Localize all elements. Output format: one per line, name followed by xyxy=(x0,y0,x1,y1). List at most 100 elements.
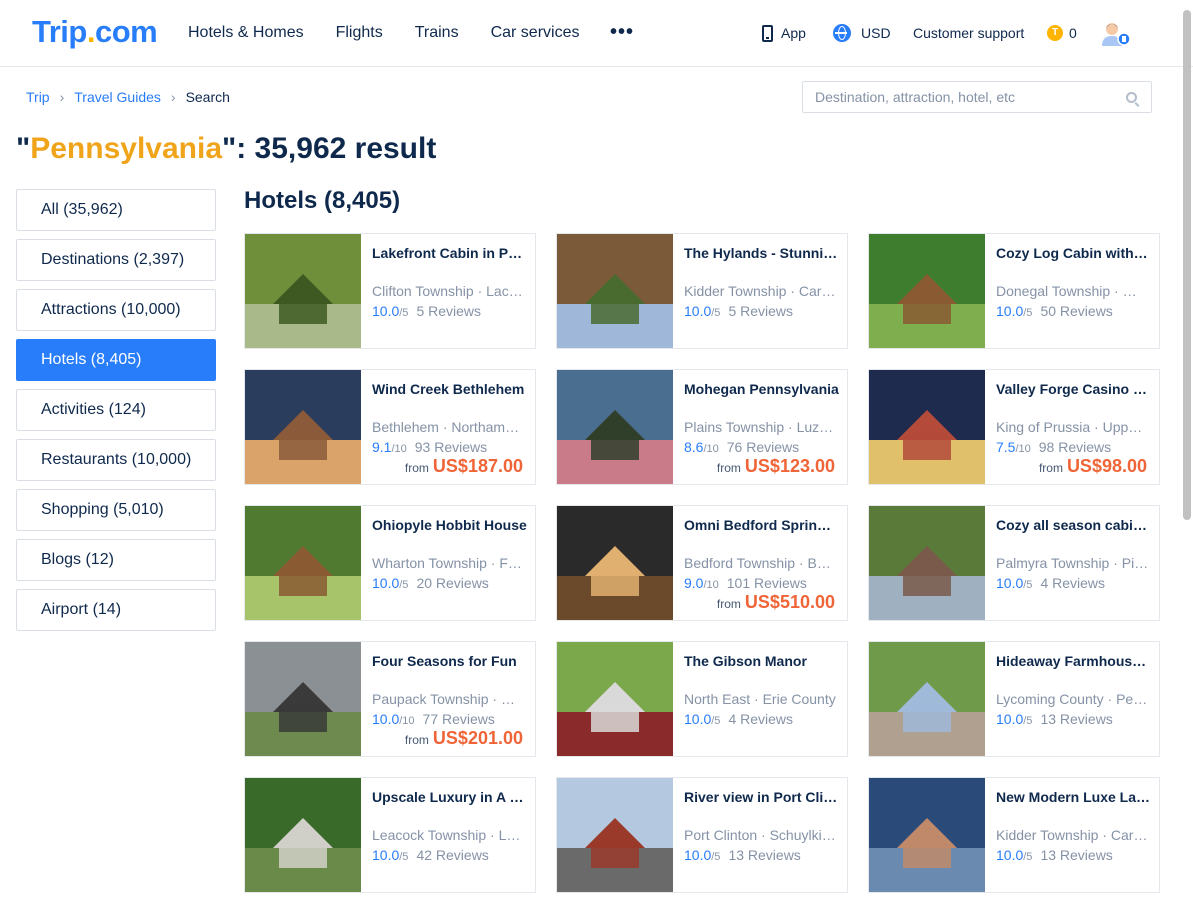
globe-icon xyxy=(833,24,851,42)
hotel-name[interactable]: Upscale Luxury in A Quiet Area xyxy=(372,788,527,806)
hotel-photo[interactable] xyxy=(869,642,985,756)
app-link[interactable]: App xyxy=(762,22,806,44)
hotel-name[interactable]: Four Seasons for Fun xyxy=(372,652,527,670)
hotel-score: 8.6 xyxy=(684,439,704,455)
hotel-card[interactable]: Omni Bedford Springs Resort Bedford Towns… xyxy=(556,505,848,621)
hotel-photo[interactable] xyxy=(869,778,985,892)
top-header: Trip.com Hotels & Homes Flights Trains C… xyxy=(0,0,1193,67)
hotel-card[interactable]: Cozy all season cabin retreat Palmyra Tow… xyxy=(868,505,1160,621)
hotel-rating: 10.0/5 13 Reviews xyxy=(996,846,1113,866)
customer-support-link[interactable]: Customer support xyxy=(913,22,1024,44)
category-restaurants[interactable]: Restaurants (10,000) xyxy=(16,439,216,481)
trip-coins[interactable]: T 0 xyxy=(1047,22,1077,44)
hotel-score: 10.0 xyxy=(684,711,712,727)
hotel-photo[interactable] xyxy=(869,234,985,348)
hotel-card[interactable]: Wind Creek Bethlehem Bethlehem · Northamp… xyxy=(244,369,536,485)
category-hotels[interactable]: Hotels (8,405) xyxy=(16,339,216,381)
hotel-name[interactable]: Cozy Log Cabin with Fire Pit xyxy=(996,244,1151,262)
breadcrumb-current: Search xyxy=(185,89,230,105)
hotel-location: Paupack Township · Wayne County xyxy=(372,691,525,707)
hotel-score-scale: /5 xyxy=(399,579,409,591)
hotel-location: Lycoming County · Pennsylvania xyxy=(996,691,1149,707)
hotel-card[interactable]: Mohegan Pennsylvania Plains Township · Lu… xyxy=(556,369,848,485)
hotel-name[interactable]: Wind Creek Bethlehem xyxy=(372,380,527,398)
hotel-card[interactable]: Lakefront Cabin in Pocono Lake Clifton To… xyxy=(244,233,536,349)
nav-flights[interactable]: Flights xyxy=(336,22,383,44)
price-amount: US$201.00 xyxy=(432,728,523,748)
hotel-reviews: 98 Reviews xyxy=(1038,439,1112,455)
hotel-location: Wharton Township · Fayette County xyxy=(372,555,525,571)
hotel-photo[interactable] xyxy=(869,370,985,484)
hotel-reviews: 93 Reviews xyxy=(414,439,488,455)
search-icon[interactable] xyxy=(1126,92,1137,103)
hotel-name[interactable]: Valley Forge Casino Resort xyxy=(996,380,1151,398)
hotel-photo[interactable] xyxy=(245,370,361,484)
hotel-card[interactable]: Upscale Luxury in A Quiet Area Leacock To… xyxy=(244,777,536,893)
hotel-name[interactable]: Lakefront Cabin in Pocono Lake xyxy=(372,244,527,262)
hotel-name[interactable]: Cozy all season cabin retreat xyxy=(996,516,1151,534)
more-menu-icon[interactable]: ••• xyxy=(610,22,634,42)
hotel-rating: 10.0/5 42 Reviews xyxy=(372,846,489,866)
category-destinations[interactable]: Destinations (2,397) xyxy=(16,239,216,281)
search-input[interactable] xyxy=(815,82,1115,112)
hotel-card[interactable]: The Hylands - Stunning Lodge Kidder Towns… xyxy=(556,233,848,349)
app-label: App xyxy=(781,25,806,41)
page-scrollbar[interactable] xyxy=(1183,10,1191,520)
hotel-photo[interactable] xyxy=(245,506,361,620)
hotel-rating: 10.0/5 4 Reviews xyxy=(996,574,1105,594)
hotel-card[interactable]: Valley Forge Casino Resort King of Prussi… xyxy=(868,369,1160,485)
hotel-photo[interactable] xyxy=(869,506,985,620)
coin-count: 0 xyxy=(1069,25,1077,41)
hotel-photo[interactable] xyxy=(557,370,673,484)
hotel-reviews: 20 Reviews xyxy=(416,575,489,591)
category-all[interactable]: All (35,962) xyxy=(16,189,216,231)
breadcrumb-trip[interactable]: Trip xyxy=(26,88,50,106)
category-activities[interactable]: Activities (124) xyxy=(16,389,216,431)
hotel-photo[interactable] xyxy=(557,778,673,892)
hotel-location: North East · Erie County xyxy=(684,691,836,707)
user-avatar-icon[interactable] xyxy=(1100,20,1132,48)
hotel-card[interactable]: New Modern Luxe Lake House Kidder Townshi… xyxy=(868,777,1160,893)
trip-logo[interactable]: Trip.com xyxy=(32,14,158,50)
hotel-name[interactable]: The Hylands - Stunning Lodge xyxy=(684,244,839,262)
hotel-name[interactable]: River view in Port Clinton xyxy=(684,788,839,806)
nav-hotels-homes[interactable]: Hotels & Homes xyxy=(188,22,304,44)
hotel-photo[interactable] xyxy=(245,642,361,756)
hotel-score-scale: /5 xyxy=(1023,307,1033,319)
hotel-score: 10.0 xyxy=(684,303,712,319)
hotel-card[interactable]: Ohiopyle Hobbit House Wharton Township · … xyxy=(244,505,536,621)
hotel-card[interactable]: Four Seasons for Fun Paupack Township · W… xyxy=(244,641,536,757)
category-airport[interactable]: Airport (14) xyxy=(16,589,216,631)
hotel-score: 10.0 xyxy=(372,575,400,591)
hotel-name[interactable]: New Modern Luxe Lake House xyxy=(996,788,1151,806)
nav-trains[interactable]: Trains xyxy=(415,22,459,44)
currency-selector[interactable]: USD xyxy=(833,22,891,44)
hotel-name[interactable]: Hideaway Farmhouse Retreat xyxy=(996,652,1151,670)
hotel-reviews: 50 Reviews xyxy=(1040,303,1113,319)
hotel-card[interactable]: The Gibson Manor North East · Erie County… xyxy=(556,641,848,757)
breadcrumb-travel-guides[interactable]: Travel Guides xyxy=(74,88,161,106)
price-amount: US$510.00 xyxy=(744,592,835,612)
category-blogs[interactable]: Blogs (12) xyxy=(16,539,216,581)
hotel-photo[interactable] xyxy=(557,506,673,620)
hotel-card[interactable]: Hideaway Farmhouse Retreat Lycoming Count… xyxy=(868,641,1160,757)
category-attractions[interactable]: Attractions (10,000) xyxy=(16,289,216,331)
hotel-card[interactable]: Cozy Log Cabin with Fire Pit Donegal Town… xyxy=(868,233,1160,349)
hotel-card[interactable]: River view in Port Clinton Port Clinton ·… xyxy=(556,777,848,893)
hotel-photo[interactable] xyxy=(557,642,673,756)
hotel-photo[interactable] xyxy=(245,234,361,348)
hotel-price: from US$510.00 xyxy=(717,592,835,614)
phone-icon xyxy=(762,24,773,42)
hotel-name[interactable]: Mohegan Pennsylvania xyxy=(684,380,839,398)
hotel-score-scale: /5 xyxy=(399,307,409,319)
hotel-photo[interactable] xyxy=(245,778,361,892)
category-shopping[interactable]: Shopping (5,010) xyxy=(16,489,216,531)
main-nav: Hotels & Homes Flights Trains Car servic… xyxy=(188,22,611,44)
nav-car-services[interactable]: Car services xyxy=(491,22,580,44)
hotel-name[interactable]: Omni Bedford Springs Resort xyxy=(684,516,839,534)
hotel-name[interactable]: Ohiopyle Hobbit House xyxy=(372,516,527,534)
hotel-score: 9.1 xyxy=(372,439,392,455)
hotel-photo[interactable] xyxy=(557,234,673,348)
hotel-score: 10.0 xyxy=(372,303,400,319)
hotel-name[interactable]: The Gibson Manor xyxy=(684,652,839,670)
